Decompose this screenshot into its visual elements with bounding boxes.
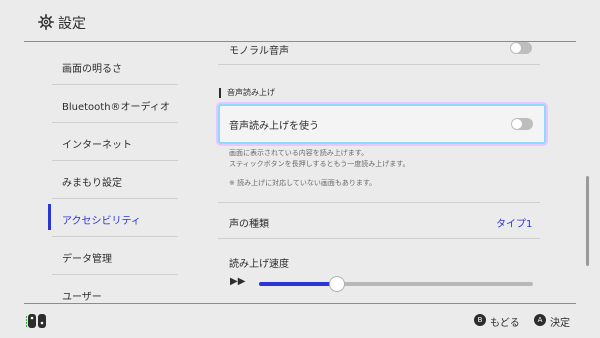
sidebar-item-data-management[interactable]: データ管理 [62, 250, 112, 265]
sidebar-divider [52, 236, 178, 237]
sidebar-divider [52, 122, 178, 123]
sidebar-item-users[interactable]: ユーザー [62, 288, 102, 303]
tts-label: 音声読み上げを使う [229, 121, 319, 132]
a-button-icon: A [534, 314, 546, 326]
tts-row[interactable]: 音声読み上げを使う [218, 104, 546, 144]
b-button-icon: B [474, 314, 486, 326]
sidebar-item-parental-controls[interactable]: みまもり設定 [62, 174, 122, 189]
section-title: 音声読み上げ [219, 88, 275, 98]
header-divider [24, 41, 576, 42]
speed-label: 読み上げ速度 [229, 259, 289, 270]
sidebar-divider [52, 84, 178, 85]
speed-slider-handle[interactable] [328, 276, 345, 292]
row-divider [218, 64, 540, 65]
back-label: もどる [490, 318, 520, 329]
toggle-knob [512, 119, 522, 129]
scrollbar[interactable] [586, 176, 589, 266]
sidebar-item-bluetooth-audio[interactable]: Bluetooth®オーディオ [62, 98, 170, 113]
speed-slider[interactable] [259, 276, 533, 292]
mono-audio-toggle[interactable] [510, 42, 532, 54]
tts-description-line2: スティックボタンを長押しするともう一度読み上げます。 [229, 160, 410, 168]
footer-divider [24, 303, 576, 304]
sidebar-item-internet[interactable]: インターネット [62, 136, 132, 151]
joycon-icon [26, 314, 46, 328]
tts-note: ※ 読み上げに対応していない画面もあります。 [229, 179, 377, 187]
ok-label: 決定 [550, 318, 570, 329]
mono-audio-label: モノラル音声 [229, 46, 289, 57]
tts-description-line1: 画面に表示されている内容を読み上げます。 [229, 149, 369, 157]
row-divider [218, 202, 540, 203]
sidebar-active-indicator [48, 204, 51, 230]
sidebar-item-accessibility[interactable]: アクセシビリティ [62, 212, 141, 227]
voice-type-label: 声の種類 [229, 219, 269, 230]
toggle-knob [511, 43, 521, 53]
gear-icon [38, 14, 54, 30]
row-divider [218, 238, 540, 239]
page-title: 設定 [58, 16, 86, 32]
sidebar-divider [52, 274, 178, 275]
voice-type-value: タイプ1 [496, 219, 533, 230]
tts-toggle[interactable] [511, 118, 533, 130]
sidebar-divider [52, 160, 178, 161]
fast-forward-icon: ▶▶ [230, 276, 246, 287]
speed-slider-fill [259, 282, 336, 286]
sidebar-divider [52, 198, 178, 199]
sidebar-item-brightness[interactable]: 画面の明るさ [62, 60, 122, 75]
header: 設定 [0, 0, 600, 42]
